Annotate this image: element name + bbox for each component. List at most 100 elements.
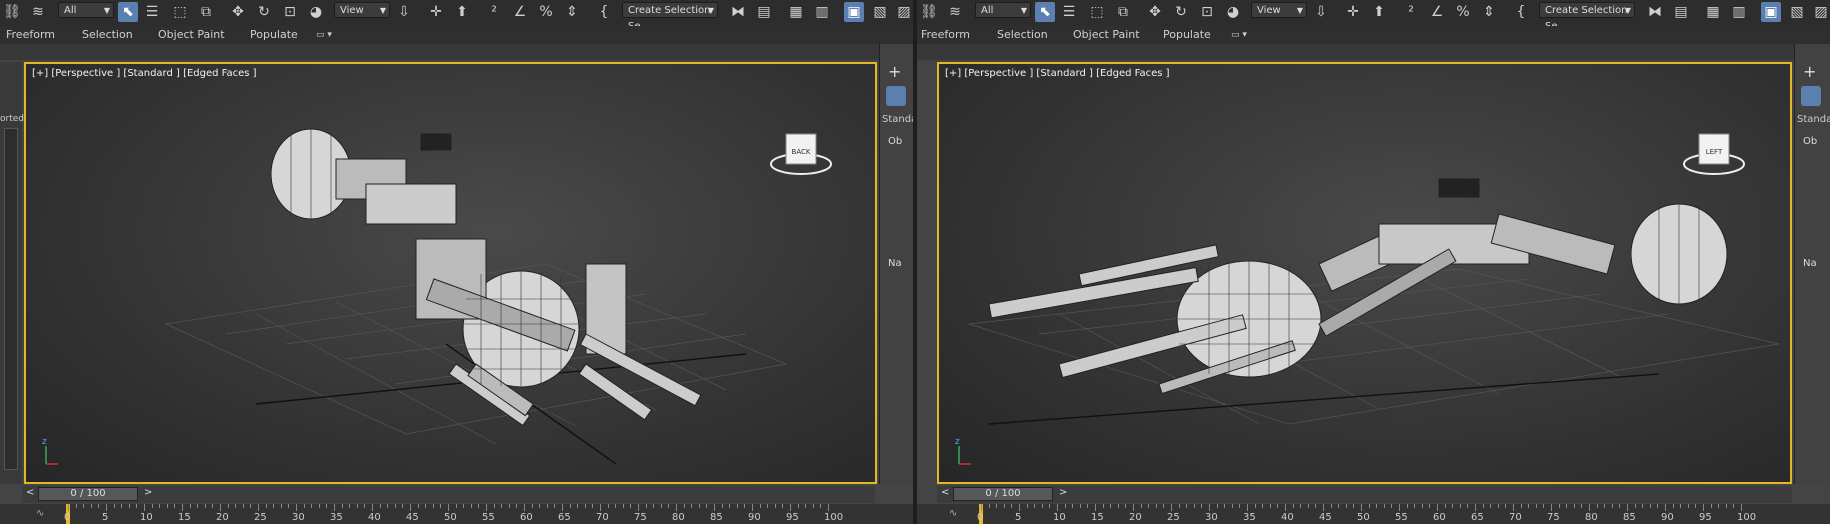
tab-selection[interactable]: Selection [82, 26, 133, 44]
ribbon-options-icon[interactable]: ▭ ▾ [1231, 26, 1247, 44]
layer-icon[interactable]: ▦ [1703, 2, 1723, 22]
spinner-snap-icon[interactable]: ⇕ [1479, 2, 1499, 22]
select-icon[interactable]: ⬉ [118, 2, 138, 22]
window-crossing-icon[interactable]: ⧉ [1113, 2, 1133, 22]
pivot-icon[interactable]: ⇩ [1311, 2, 1331, 22]
curve-editor-icon[interactable]: ∿ [36, 508, 44, 519]
selection-filter-dropdown[interactable]: All ▼ [975, 2, 1031, 18]
ruler-tick [828, 504, 829, 511]
place-icon[interactable]: ◕ [306, 2, 326, 22]
geometry-icon[interactable] [886, 86, 906, 106]
rotate-icon[interactable]: ↻ [1171, 2, 1191, 22]
angle-snap-icon[interactable]: ∠ [1427, 2, 1447, 22]
mirror-icon[interactable]: ⧓ [1645, 2, 1665, 22]
time-prev-icon[interactable]: < [941, 487, 949, 498]
window-crossing-icon[interactable]: ⧉ [196, 2, 216, 22]
ruler-tick [478, 504, 480, 508]
name-color-rollout[interactable]: Na [1803, 258, 1817, 269]
geometry-icon[interactable] [1801, 86, 1821, 106]
ruler-tick [706, 504, 708, 508]
rect-region-icon[interactable]: ⬚ [1087, 2, 1107, 22]
rotate-icon[interactable]: ↻ [254, 2, 274, 22]
curve-editor-icon[interactable]: ∿ [949, 508, 957, 519]
tab-object-paint[interactable]: Object Paint [1073, 26, 1140, 44]
named-selection-set-dropdown[interactable]: Create Selection Se▼ [622, 2, 718, 32]
move-icon[interactable]: ✥ [1145, 2, 1165, 22]
render-icon[interactable]: ▧ [1787, 2, 1807, 22]
edit-named-sets-icon[interactable]: { [1511, 2, 1531, 22]
create-plus-icon[interactable]: + [888, 62, 901, 81]
select-icon[interactable]: ⬉ [1035, 2, 1055, 22]
mirror-icon[interactable]: ⧓ [728, 2, 748, 22]
keyboard-shortcut-icon[interactable]: ⬆ [452, 2, 472, 22]
tab-populate[interactable]: Populate [250, 26, 298, 44]
snap-toggle-icon[interactable]: ² [1401, 2, 1421, 22]
perspective-viewport[interactable]: [+] [Perspective ] [Standard ] [Edged Fa… [937, 62, 1792, 484]
object-type-rollout[interactable]: Ob [888, 136, 902, 147]
snap-icon[interactable]: ≋ [945, 2, 965, 22]
viewcube[interactable]: BACK [770, 133, 832, 175]
select-by-name-icon[interactable]: ☰ [1059, 2, 1079, 22]
selection-filter-dropdown[interactable]: All ▼ [58, 2, 114, 18]
command-panel-dropdown[interactable]: Standa [1797, 114, 1830, 125]
pivot-icon[interactable]: ⇩ [394, 2, 414, 22]
spinner-snap-icon[interactable]: ⇕ [562, 2, 582, 22]
named-selection-set-dropdown[interactable]: Create Selection Se▼ [1539, 2, 1635, 32]
scale-icon[interactable]: ⊡ [1197, 2, 1217, 22]
ruler-tick [645, 504, 647, 508]
select-by-name-icon[interactable]: ☰ [142, 2, 162, 22]
angle-snap-icon[interactable]: ∠ [510, 2, 530, 22]
toggle-ribbon-icon[interactable]: ▥ [812, 2, 832, 22]
time-next-icon[interactable]: > [1059, 487, 1067, 498]
ruler-tick [1285, 504, 1286, 511]
ribbon-options-icon[interactable]: ▭ ▾ [316, 26, 332, 44]
scene-explorer-scrollbar[interactable] [4, 128, 18, 470]
tab-selection[interactable]: Selection [997, 26, 1048, 44]
scale-icon[interactable]: ⊡ [280, 2, 300, 22]
time-slider[interactable]: 0 / 100 [953, 487, 1053, 501]
graph-icon[interactable]: ▣ [1761, 2, 1781, 22]
perspective-viewport[interactable]: [+] [Perspective ] [Standard ] [Edged Fa… [24, 62, 877, 484]
percent-snap-icon[interactable]: % [1453, 2, 1473, 22]
tab-populate[interactable]: Populate [1163, 26, 1211, 44]
schematic-icon[interactable]: ▨ [894, 2, 913, 22]
viewcube-face-label: LEFT [1706, 148, 1723, 156]
select-manipulate-icon[interactable]: ✛ [426, 2, 446, 22]
create-plus-icon[interactable]: + [1803, 62, 1816, 81]
viewcube[interactable]: LEFT [1683, 133, 1745, 175]
reference-coord-dropdown[interactable]: View ▼ [334, 2, 390, 18]
link-icon[interactable]: ⛓ [919, 2, 939, 22]
graph-icon[interactable]: ▣ [844, 2, 864, 22]
percent-snap-icon[interactable]: % [536, 2, 556, 22]
object-type-rollout[interactable]: Ob [1803, 136, 1817, 147]
place-icon[interactable]: ◕ [1223, 2, 1243, 22]
time-slider[interactable]: 0 / 100 [38, 487, 138, 501]
tab-freeform[interactable]: Freeform [6, 26, 55, 44]
track-bar-ruler[interactable]: ∿ 0 5 10 15 20 25 30 35 40 45 50 55 60 65 70 75 80 85 90 95… [917, 504, 1830, 524]
ruler-tick-label: 50 [444, 512, 457, 523]
edit-named-sets-icon[interactable]: { [594, 2, 614, 22]
tab-freeform[interactable]: Freeform [921, 26, 970, 44]
track-bar-ruler[interactable]: ∿ 0 5 10 15 20 25 30 35 40 45 50 55 60 65 70 75 80 85 90 95… [0, 504, 913, 524]
snap-toggle-icon[interactable]: ² [484, 2, 504, 22]
link-icon[interactable]: ⛓ [2, 2, 22, 22]
rect-region-icon[interactable]: ⬚ [170, 2, 190, 22]
ruler-tick [676, 504, 677, 511]
render-icon[interactable]: ▧ [870, 2, 890, 22]
schematic-icon[interactable]: ▨ [1811, 2, 1830, 22]
move-icon[interactable]: ✥ [228, 2, 248, 22]
time-next-icon[interactable]: > [144, 487, 152, 498]
keyboard-shortcut-icon[interactable]: ⬆ [1369, 2, 1389, 22]
select-manipulate-icon[interactable]: ✛ [1343, 2, 1363, 22]
name-color-rollout[interactable]: Na [888, 258, 902, 269]
align-icon[interactable]: ▤ [1671, 2, 1691, 22]
command-panel-dropdown[interactable]: Standa [882, 114, 913, 125]
toggle-ribbon-icon[interactable]: ▥ [1729, 2, 1749, 22]
ruler-tick [1307, 504, 1309, 508]
tab-object-paint[interactable]: Object Paint [158, 26, 225, 44]
snap-icon[interactable]: ≋ [28, 2, 48, 22]
align-icon[interactable]: ▤ [754, 2, 774, 22]
layer-icon[interactable]: ▦ [786, 2, 806, 22]
time-prev-icon[interactable]: < [26, 487, 34, 498]
reference-coord-dropdown[interactable]: View ▼ [1251, 2, 1307, 18]
